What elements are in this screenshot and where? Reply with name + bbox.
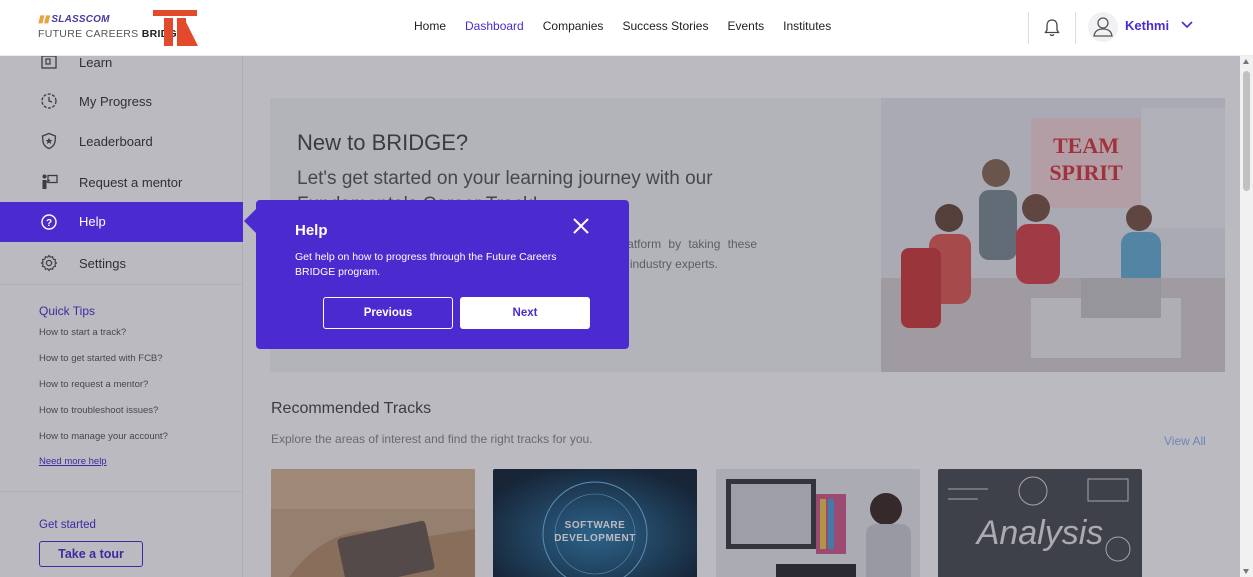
track-card-image: Analysis	[938, 469, 1142, 577]
help-icon: ?	[41, 214, 57, 230]
chevron-down-icon[interactable]	[1180, 20, 1194, 30]
sidebar-divider	[0, 491, 242, 492]
nav-events[interactable]: Events	[727, 19, 764, 33]
get-started-label: Get started	[39, 519, 96, 531]
sidebar-item-label: My Progress	[79, 93, 152, 109]
page-scrollbar[interactable]	[1240, 56, 1253, 577]
svg-text:SPIRIT: SPIRIT	[1049, 160, 1123, 185]
track-card[interactable]	[716, 469, 920, 577]
sidebar: Learn My Progress Leaderboard Request a …	[0, 56, 243, 577]
bell-icon[interactable]	[1040, 16, 1064, 40]
next-button[interactable]: Next	[460, 297, 590, 329]
close-icon[interactable]	[571, 216, 591, 236]
quick-tip-link[interactable]: How to request a mentor?	[39, 378, 168, 404]
take-a-tour-button[interactable]: Take a tour	[39, 541, 143, 567]
avatar[interactable]	[1088, 12, 1118, 42]
need-more-help-link[interactable]: Need more help	[39, 456, 168, 467]
scroll-down-icon[interactable]	[1243, 569, 1249, 574]
bridge-logo-shape-icon	[153, 10, 198, 46]
svg-text:?: ?	[46, 218, 52, 229]
header-divider	[1028, 12, 1029, 44]
nav-companies[interactable]: Companies	[543, 19, 604, 33]
fcb-logo[interactable]: ▮▮ SLASSCOM FUTURE CAREERS BRIDGE	[38, 8, 208, 48]
track-card[interactable]	[271, 469, 475, 577]
previous-button[interactable]: Previous	[323, 297, 453, 329]
hero-title: New to BRIDGE?	[297, 130, 469, 155]
svg-text:TEAM: TEAM	[1053, 133, 1119, 158]
user-icon	[1093, 17, 1113, 37]
sidebar-item-learn[interactable]: Learn	[0, 56, 242, 82]
nav-institutes[interactable]: Institutes	[783, 19, 831, 33]
track-card-label: Analysis	[975, 514, 1104, 552]
popover-title: Help	[295, 222, 328, 239]
scroll-up-icon[interactable]	[1243, 59, 1249, 64]
sidebar-divider	[0, 284, 242, 285]
hero-image: TEAM SPIRIT	[881, 98, 1225, 372]
header-divider-2	[1075, 12, 1076, 44]
scrollbar-thumb[interactable]	[1243, 71, 1250, 191]
track-card-image	[716, 469, 920, 577]
track-card-label: SOFTWARE DEVELOPMENT	[554, 520, 636, 544]
quick-tip-link[interactable]: How to manage your account?	[39, 430, 168, 456]
clock-icon	[41, 93, 57, 109]
sidebar-item-settings[interactable]: Settings	[0, 243, 242, 283]
logo-line1: SLASSCOM	[51, 14, 110, 25]
track-card[interactable]: SOFTWARE DEVELOPMENT	[493, 469, 697, 577]
sidebar-item-my-progress[interactable]: My Progress	[0, 81, 242, 121]
quick-tips: Quick Tips How to start a track? How to …	[39, 304, 168, 467]
sidebar-item-label: Help	[79, 214, 106, 229]
learn-icon	[41, 56, 57, 69]
track-card-image	[271, 469, 475, 577]
view-all-link[interactable]: View All	[1164, 434, 1206, 448]
username[interactable]: Kethmi	[1125, 18, 1169, 33]
slasscom-mark-icon: ▮▮	[38, 14, 50, 25]
sidebar-item-leaderboard[interactable]: Leaderboard	[0, 121, 242, 161]
popover-body: Get help on how to progress through the …	[295, 251, 557, 278]
sidebar-item-help-highlight[interactable]: ? Help	[0, 202, 243, 242]
sidebar-item-label: Settings	[79, 255, 126, 271]
quick-tip-link[interactable]: How to get started with FCB?	[39, 352, 168, 378]
team-photo-image: TEAM SPIRIT	[881, 98, 1225, 372]
shield-star-icon	[41, 132, 57, 150]
logo-line2: FUTURE CAREERS	[38, 28, 142, 40]
mentor-icon	[42, 174, 58, 189]
sidebar-item-label: Learn	[79, 56, 113, 70]
nav-home[interactable]: Home	[414, 19, 446, 33]
sidebar-item-label: Leaderboard	[79, 133, 153, 149]
main-nav: Home Dashboard Companies Success Stories…	[414, 19, 850, 33]
top-bar: ▮▮ SLASSCOM FUTURE CAREERS BRIDGE Home Da…	[0, 0, 1253, 56]
track-card[interactable]: Analysis	[938, 469, 1142, 577]
recommended-tracks-title: Recommended Tracks	[271, 400, 432, 417]
quick-tip-link[interactable]: How to start a track?	[39, 326, 168, 352]
quick-tip-link[interactable]: How to troubleshoot issues?	[39, 404, 168, 430]
quick-tips-heading: Quick Tips	[39, 304, 96, 318]
sidebar-item-request-mentor[interactable]: Request a mentor	[0, 162, 242, 202]
nav-dashboard[interactable]: Dashboard	[465, 19, 524, 33]
sidebar-item-label: Request a mentor	[79, 174, 183, 190]
recommended-tracks-subtitle: Explore the areas of interest and find t…	[271, 432, 593, 446]
help-tour-popover: Help Get help on how to progress through…	[244, 200, 629, 349]
gear-icon	[40, 254, 58, 272]
nav-success-stories[interactable]: Success Stories	[622, 19, 708, 33]
